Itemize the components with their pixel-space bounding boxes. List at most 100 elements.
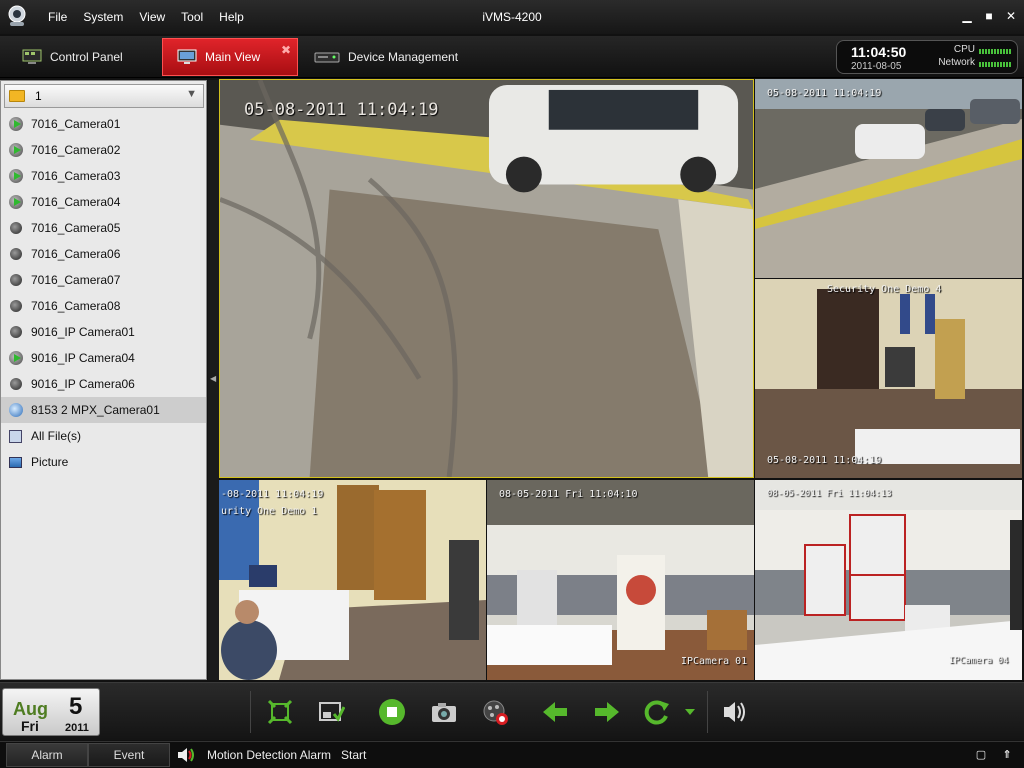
- camera-snapshot-icon: [432, 703, 456, 722]
- camera-list: 7016_Camera01 7016_Camera02 7016_Camera0…: [1, 111, 206, 475]
- camera-item[interactable]: 7016_Camera01: [1, 111, 206, 137]
- video-window-5[interactable]: 08-05-2011 Fri 11:04:10 IPCamera 01: [487, 480, 754, 680]
- expand-up-icon[interactable]: ⇑: [1000, 748, 1014, 762]
- dvr-device-icon: [314, 52, 340, 63]
- menu-bar: File System View Tool Help: [40, 10, 252, 24]
- tab-bar: Control Panel Main View ✖ Device Managem…: [0, 36, 1024, 78]
- capture-button[interactable]: [429, 697, 459, 727]
- menu-file[interactable]: File: [40, 10, 75, 24]
- collapse-arrow-icon[interactable]: ◀: [210, 374, 216, 383]
- record-button[interactable]: [481, 697, 511, 727]
- tab-control-panel[interactable]: Control Panel: [8, 38, 137, 76]
- camera-item[interactable]: 7016_Camera04: [1, 189, 206, 215]
- menu-help[interactable]: Help: [211, 10, 252, 24]
- title-bar: File System View Tool Help iVMS-4200 ▁ ■…: [0, 0, 1024, 34]
- playback-toolbar: Aug Fri 5 2011: [0, 682, 1024, 740]
- menu-system[interactable]: System: [75, 10, 131, 24]
- camera-live-icon: [9, 143, 23, 157]
- camera-label: 7016_Camera08: [31, 299, 121, 313]
- tab-main-view[interactable]: Main View ✖: [162, 38, 298, 76]
- chevron-down-icon[interactable]: ▼: [186, 88, 197, 100]
- camera-live-icon: [9, 351, 23, 365]
- video-window-4[interactable]: -08-2011 11:04:19 urity One Demo 1: [219, 480, 486, 680]
- auto-switch-dropdown[interactable]: [683, 697, 697, 727]
- camera-item[interactable]: 9016_IP Camera01: [1, 319, 206, 345]
- camera-item[interactable]: 7016_Camera06: [1, 241, 206, 267]
- maximize-icon[interactable]: ■: [982, 9, 996, 23]
- tab-event[interactable]: Event: [88, 743, 170, 767]
- camera-item-selected[interactable]: 8153 2 MPX_Camera01: [1, 397, 206, 423]
- camera-live-icon: [9, 117, 23, 131]
- video-window-1[interactable]: 05-08-2011 11:04:19: [219, 79, 754, 478]
- camera-item[interactable]: 7016_Camera07: [1, 267, 206, 293]
- clock-time: 11:04:50: [851, 44, 907, 60]
- network-meter: [979, 62, 1013, 67]
- osd-timestamp: 05-08-2011 11:04:19: [767, 88, 882, 99]
- osd-timestamp: 05-08-2011 11:04:19: [767, 455, 882, 466]
- volume-button[interactable]: [720, 697, 750, 727]
- camera-label: 7016_Camera04: [31, 195, 121, 209]
- picture-item[interactable]: Picture: [1, 449, 206, 475]
- video-feed-showroom: [487, 480, 754, 680]
- osd-channel-name: Security One Demo 4: [827, 284, 942, 295]
- camera-item[interactable]: 7016_Camera03: [1, 163, 206, 189]
- arrow-right-icon: [595, 702, 619, 722]
- next-button[interactable]: [592, 697, 622, 727]
- group-select-value: 1: [35, 89, 42, 103]
- camera-tree-panel: 1 ▼ 7016_Camera01 7016_Camera02 7016_Cam…: [0, 80, 207, 680]
- layout-button[interactable]: [316, 697, 346, 727]
- picture-icon: [9, 456, 22, 468]
- network-label: Network: [938, 57, 975, 68]
- restore-panel-icon[interactable]: ▢: [974, 748, 988, 762]
- ip-camera-icon: [9, 403, 23, 417]
- camera-item[interactable]: 7016_Camera08: [1, 293, 206, 319]
- clock-status-panel: 11:04:50 2011-08-05 CPU Network: [836, 40, 1018, 74]
- camera-item[interactable]: 7016_Camera05: [1, 215, 206, 241]
- tab-close-icon[interactable]: ✖: [281, 43, 291, 57]
- fullscreen-button[interactable]: [265, 697, 295, 727]
- video-window-2[interactable]: 05-08-2011 11:04:19: [755, 79, 1022, 278]
- camera-item[interactable]: 9016_IP Camera06: [1, 371, 206, 397]
- alarm-sound-icon[interactable]: [176, 747, 196, 763]
- toolbar-divider: [707, 691, 708, 733]
- camera-idle-icon: [10, 222, 22, 234]
- video-window-3[interactable]: Security One Demo 4 05-08-2011 11:04:19: [755, 279, 1022, 478]
- minimize-icon[interactable]: ▁: [960, 9, 974, 23]
- monitor-icon: [177, 49, 197, 64]
- video-feed-warehouse: [755, 480, 1022, 680]
- camera-label: 7016_Camera03: [31, 169, 121, 183]
- tab-control-panel-label: Control Panel: [50, 50, 123, 64]
- video-window-6[interactable]: 08-05-2011 Fri 11:04:13 IPCamera 04: [755, 480, 1022, 680]
- tab-device-management[interactable]: Device Management: [300, 38, 472, 76]
- alarm-start: Start: [341, 748, 367, 762]
- all-files-item[interactable]: All File(s): [1, 423, 206, 449]
- camera-idle-icon: [10, 326, 22, 338]
- fullscreen-icon: [267, 699, 293, 725]
- camera-label: 7016_Camera02: [31, 143, 121, 157]
- calendar-weekday: Fri: [21, 718, 39, 734]
- panel-splitter[interactable]: ◀: [208, 80, 219, 680]
- stop-all-button[interactable]: [377, 697, 407, 727]
- all-files-label: All File(s): [31, 429, 81, 443]
- video-feed-street: [220, 80, 753, 477]
- camera-label: 7016_Camera01: [31, 117, 121, 131]
- tab-alarm[interactable]: Alarm: [6, 743, 88, 767]
- osd-channel-name: urity One Demo 1: [221, 506, 318, 517]
- app-logo-icon: [0, 0, 34, 34]
- osd-timestamp: 08-05-2011 Fri 11:04:10: [499, 489, 638, 500]
- files-icon: [9, 429, 22, 443]
- close-icon[interactable]: ✕: [1004, 9, 1018, 23]
- menu-view[interactable]: View: [131, 10, 173, 24]
- dropdown-arrow-icon: [685, 709, 695, 715]
- camera-item[interactable]: 9016_IP Camera04: [1, 345, 206, 371]
- camera-label: 7016_Camera07: [31, 273, 121, 287]
- calendar-date: Aug Fri 5 2011: [2, 688, 100, 736]
- previous-button[interactable]: [540, 697, 570, 727]
- camera-label: 8153 2 MPX_Camera01: [31, 403, 160, 417]
- auto-switch-button[interactable]: [642, 697, 672, 727]
- camera-item[interactable]: 7016_Camera02: [1, 137, 206, 163]
- speaker-icon: [724, 702, 745, 722]
- group-select[interactable]: 1 ▼: [4, 84, 204, 108]
- osd-channel-name: IPCamera 01: [681, 656, 748, 667]
- menu-tool[interactable]: Tool: [173, 10, 211, 24]
